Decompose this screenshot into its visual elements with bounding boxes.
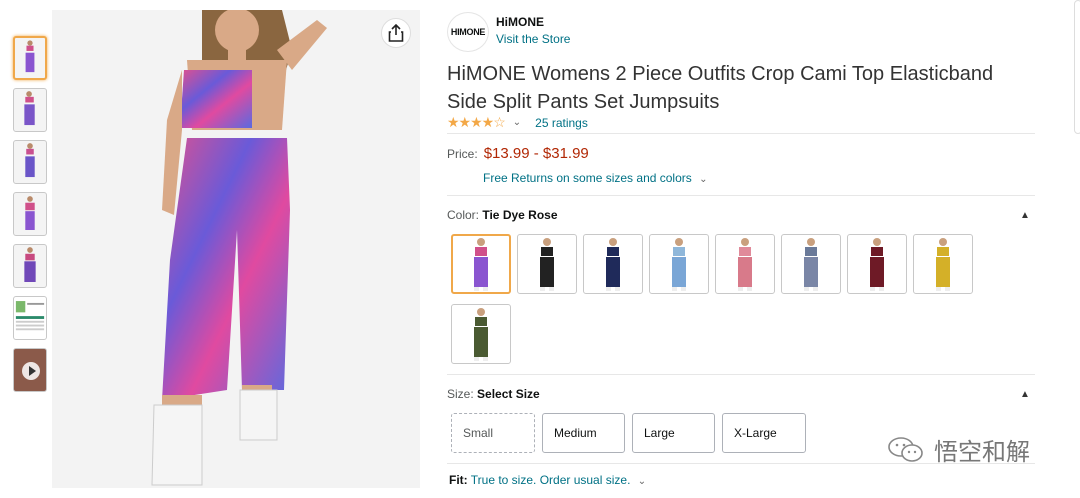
color-label: Color: xyxy=(447,208,480,222)
swatch-thumbnail xyxy=(672,238,686,291)
play-icon xyxy=(22,362,40,380)
size-selected-value: Select Size xyxy=(477,387,540,401)
wechat-icon xyxy=(888,436,923,462)
side-panel-tab[interactable] xyxy=(1074,0,1080,134)
thumbnail-video[interactable] xyxy=(13,348,47,392)
ratings-count-link[interactable]: 25 ratings xyxy=(535,116,588,130)
thumbnail-1[interactable] xyxy=(13,36,47,80)
free-returns-link[interactable]: Free Returns on some sizes and colors ⌄ xyxy=(483,171,708,185)
fit-value-link[interactable]: True to size. Order usual size. xyxy=(471,473,631,487)
swatch-thumbnail xyxy=(474,238,488,291)
thumbnail-size-chart[interactable] xyxy=(13,296,47,340)
free-returns-text: Free Returns on some sizes and colors xyxy=(483,171,692,185)
size-option-small[interactable]: Small xyxy=(451,413,535,453)
swatch-thumbnail xyxy=(738,238,752,291)
size-heading: Size: Select Size xyxy=(447,387,540,401)
collapse-color-icon[interactable]: ▲ xyxy=(1020,210,1030,221)
store-logo[interactable]: HIMONE xyxy=(447,12,489,52)
fit-label: Fit: xyxy=(449,473,468,487)
price-range: $13.99 - $31.99 xyxy=(483,145,589,162)
thumbnail-4[interactable] xyxy=(13,192,47,236)
swatch-thumbnail xyxy=(540,238,554,291)
main-product-image[interactable] xyxy=(52,8,420,488)
color-swatch-olive[interactable] xyxy=(451,304,511,364)
color-swatch-pink-tie-dye[interactable] xyxy=(715,234,775,294)
size-option-large[interactable]: Large xyxy=(632,413,715,453)
swatch-thumbnail xyxy=(870,238,884,291)
thumbnail-5[interactable] xyxy=(13,244,47,288)
color-swatch-tie-dye-rose[interactable] xyxy=(451,234,511,294)
color-heading: Color: Tie Dye Rose xyxy=(447,208,558,222)
brand-name: HiMONE xyxy=(496,15,544,29)
size-option-x-large[interactable]: X-Large xyxy=(722,413,806,453)
watermark: 悟空和解 xyxy=(888,432,1030,467)
swatch-thumbnail xyxy=(804,238,818,291)
divider xyxy=(447,374,1035,375)
color-swatch-burgundy[interactable] xyxy=(847,234,907,294)
divider xyxy=(447,195,1035,196)
color-swatch-blue-tie-dye[interactable] xyxy=(649,234,709,294)
size-option-medium[interactable]: Medium xyxy=(542,413,625,453)
swatch-thumbnail xyxy=(606,238,620,291)
share-button[interactable] xyxy=(381,18,411,48)
watermark-text: 悟空和解 xyxy=(934,439,1030,466)
price-label: Price: xyxy=(447,147,478,161)
chevron-down-icon: ⌄ xyxy=(699,174,708,185)
chevron-down-icon[interactable]: ⌄ xyxy=(513,117,521,128)
size-label: Size: xyxy=(447,387,474,401)
color-swatch-yellow[interactable] xyxy=(913,234,973,294)
star-rating-icon[interactable]: ★★★★☆ xyxy=(447,114,506,131)
chevron-down-icon[interactable]: ⌄ xyxy=(638,476,646,487)
price-row: Price: $13.99 - $31.99 xyxy=(447,145,589,162)
thumbnail-3[interactable] xyxy=(13,140,47,184)
color-selected-value: Tie Dye Rose xyxy=(482,208,558,222)
thumbnail-2[interactable] xyxy=(13,88,47,132)
fit-row: Fit: True to size. Order usual size. ⌄ xyxy=(449,473,646,487)
thumbnail-strip xyxy=(13,36,49,400)
product-title: HiMONE Womens 2 Piece Outfits Crop Cami … xyxy=(447,63,994,113)
visit-store-link[interactable]: Visit the Store xyxy=(496,32,570,46)
collapse-size-icon[interactable]: ▲ xyxy=(1020,389,1030,400)
color-swatch-black[interactable] xyxy=(517,234,577,294)
color-swatch-navy[interactable] xyxy=(583,234,643,294)
divider xyxy=(447,133,1035,134)
rating-row: ★★★★☆ ⌄ 25 ratings xyxy=(447,114,588,131)
share-icon xyxy=(388,24,404,42)
swatch-thumbnail xyxy=(936,238,950,291)
color-swatch-grey-tie-dye[interactable] xyxy=(781,234,841,294)
swatch-thumbnail xyxy=(474,308,488,361)
